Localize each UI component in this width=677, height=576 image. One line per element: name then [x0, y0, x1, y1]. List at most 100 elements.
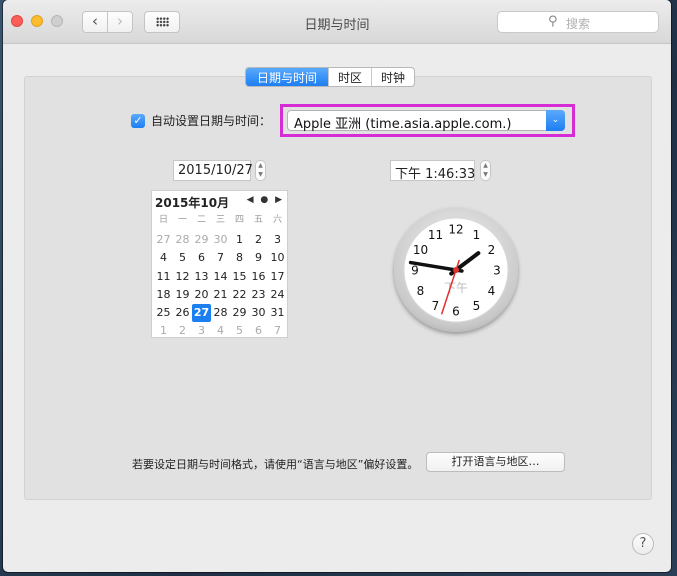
content-panel — [24, 76, 652, 500]
calendar-day[interactable]: 27 — [192, 303, 211, 323]
calendar-day[interactable]: 22 — [230, 286, 249, 304]
calendar-month-label: 2015年10月 — [155, 196, 230, 210]
title-bar: ‹ › 日期与时间 ⚲ 搜索 — [3, 0, 671, 44]
calendar-day[interactable]: 5 — [173, 249, 192, 267]
stepper-down-icon: ▼ — [258, 171, 263, 178]
calendar-day[interactable]: 5 — [230, 322, 249, 340]
calendar-day[interactable]: 14 — [211, 268, 230, 286]
calendar-weekday: 五 — [253, 215, 263, 225]
calendar-day[interactable]: 27 — [154, 231, 173, 249]
clock-number: 1 — [473, 228, 481, 242]
clock-number: 4 — [488, 284, 496, 298]
clock-number: 9 — [411, 264, 419, 278]
calendar-weekday: 四 — [234, 215, 244, 225]
chevron-right-icon: › — [117, 12, 123, 30]
clock-number: 6 — [452, 305, 460, 319]
clock-number: 10 — [413, 243, 428, 257]
calendar-day[interactable]: 4 — [154, 249, 173, 267]
show-all-button[interactable] — [144, 11, 180, 33]
calendar-day[interactable]: 31 — [268, 304, 287, 322]
calendar-day[interactable]: 23 — [249, 286, 268, 304]
calendar-day[interactable]: 24 — [268, 286, 287, 304]
clock-number: 11 — [428, 228, 443, 242]
calendar-day[interactable]: 7 — [268, 322, 287, 340]
tab-bar: 日期与时间 时区 时钟 — [245, 67, 416, 87]
calendar-day[interactable]: 30 — [249, 304, 268, 322]
open-language-region-button[interactable]: 打开语言与地区… — [426, 452, 565, 472]
calendar-day[interactable]: 30 — [211, 231, 230, 249]
calendar-weekday: 三 — [215, 215, 225, 225]
calendar-day[interactable]: 18 — [154, 286, 173, 304]
calendar-day[interactable]: 28 — [211, 304, 230, 322]
calendar-day[interactable]: 6 — [192, 249, 211, 267]
help-button[interactable]: ? — [632, 533, 654, 555]
grid-icon — [156, 17, 169, 27]
date-field[interactable]: 2015/10/27 — [173, 160, 253, 181]
calendar-day[interactable]: 3 — [192, 322, 211, 340]
calendar-nav[interactable]: ◀ ● ▶ — [247, 195, 284, 205]
calendar: 2015年10月 ◀ ● ▶ 日一二三四五六 27 28 29 30 1 2 3 4 5 6 7 8 9 1… — [151, 190, 288, 338]
calendar-day[interactable]: 15 — [230, 268, 249, 286]
window-title: 日期与时间 — [304, 18, 370, 33]
search-placeholder: 搜索 — [566, 17, 591, 31]
calendar-day[interactable]: 7 — [211, 249, 230, 267]
calendar-day[interactable]: 1 — [154, 322, 173, 340]
forward-button[interactable]: › — [107, 11, 133, 33]
clock-center-pin — [453, 267, 459, 273]
close-window-button[interactable] — [11, 15, 23, 27]
clock-number: 7 — [432, 299, 440, 313]
auto-set-label: 自动设置日期与时间： — [151, 114, 272, 128]
stepper-down-icon: ▼ — [483, 171, 488, 178]
search-icon: ⚲ — [548, 14, 558, 29]
calendar-day[interactable]: 26 — [173, 304, 192, 322]
calendar-day[interactable]: 11 — [154, 268, 173, 286]
calendar-day[interactable]: 19 — [173, 286, 192, 304]
stepper-up-icon: ▲ — [483, 162, 488, 169]
format-hint-text: 若要设定日期与时间格式，请使用“语言与地区”偏好设置。 — [132, 458, 419, 471]
calendar-day[interactable]: 4 — [211, 322, 230, 340]
calendar-day[interactable]: 2 — [249, 231, 268, 249]
calendar-day[interactable]: 25 — [154, 304, 173, 322]
calendar-day[interactable]: 6 — [249, 322, 268, 340]
tab-date-time[interactable]: 日期与时间 — [246, 68, 329, 86]
clock-number: 5 — [473, 299, 481, 313]
chevron-left-icon: ‹ — [92, 12, 98, 30]
search-field[interactable]: ⚲ 搜索 — [497, 11, 659, 33]
calendar-day[interactable]: 12 — [173, 268, 192, 286]
calendar-day[interactable]: 9 — [249, 249, 268, 267]
calendar-grid: 日一二三四五六 27 28 29 30 1 2 3 4 5 6 7 8 9 10 11 12 13 14 15 16 17… — [154, 213, 287, 340]
clock-number: 2 — [488, 243, 496, 257]
calendar-day[interactable]: 20 — [192, 286, 211, 304]
time-stepper[interactable]: ▲ ▼ — [480, 160, 491, 181]
calendar-day[interactable]: 1 — [230, 231, 249, 249]
calendar-day[interactable]: 8 — [230, 249, 249, 267]
calendar-day[interactable]: 29 — [192, 231, 211, 249]
preferences-window: ‹ › 日期与时间 ⚲ 搜索 日期与时间 时区 时钟 ✓ 自动设置日期与时间： … — [3, 0, 671, 572]
clock-number: 12 — [448, 223, 463, 237]
calendar-day[interactable]: 17 — [268, 268, 287, 286]
date-stepper[interactable]: ▲ ▼ — [255, 160, 266, 181]
tab-clock[interactable]: 时钟 — [371, 68, 414, 86]
calendar-day[interactable]: 3 — [268, 231, 287, 249]
calendar-day[interactable]: 10 — [268, 249, 287, 267]
auto-set-checkbox[interactable]: ✓ — [131, 113, 145, 128]
auto-set-row: ✓ 自动设置日期与时间： — [131, 112, 271, 129]
minimize-window-button[interactable] — [31, 15, 43, 27]
calendar-day[interactable]: 21 — [211, 286, 230, 304]
time-server-value: Apple 亚洲 (time.asia.apple.com.) — [294, 117, 512, 132]
calendar-weekday: 日 — [158, 215, 168, 225]
calendar-weekday: 一 — [177, 215, 187, 225]
clock-face: 12 12 3 45678 9 1011 下午 — [403, 217, 509, 323]
calendar-day[interactable]: 2 — [173, 322, 192, 340]
calendar-day[interactable]: 29 — [230, 304, 249, 322]
clock-number: 8 — [417, 284, 425, 298]
calendar-weekday: 二 — [196, 215, 206, 225]
time-field[interactable]: 下午 1:46:33 — [390, 160, 475, 182]
calendar-day[interactable]: 28 — [173, 231, 192, 249]
calendar-day[interactable]: 13 — [192, 268, 211, 286]
time-server-select[interactable]: Apple 亚洲 (time.asia.apple.com.) ⌄ — [287, 110, 565, 132]
calendar-day[interactable]: 16 — [249, 268, 268, 286]
zoom-window-button[interactable] — [51, 15, 63, 27]
back-button[interactable]: ‹ — [82, 11, 108, 33]
tab-time-zone[interactable]: 时区 — [328, 68, 371, 86]
